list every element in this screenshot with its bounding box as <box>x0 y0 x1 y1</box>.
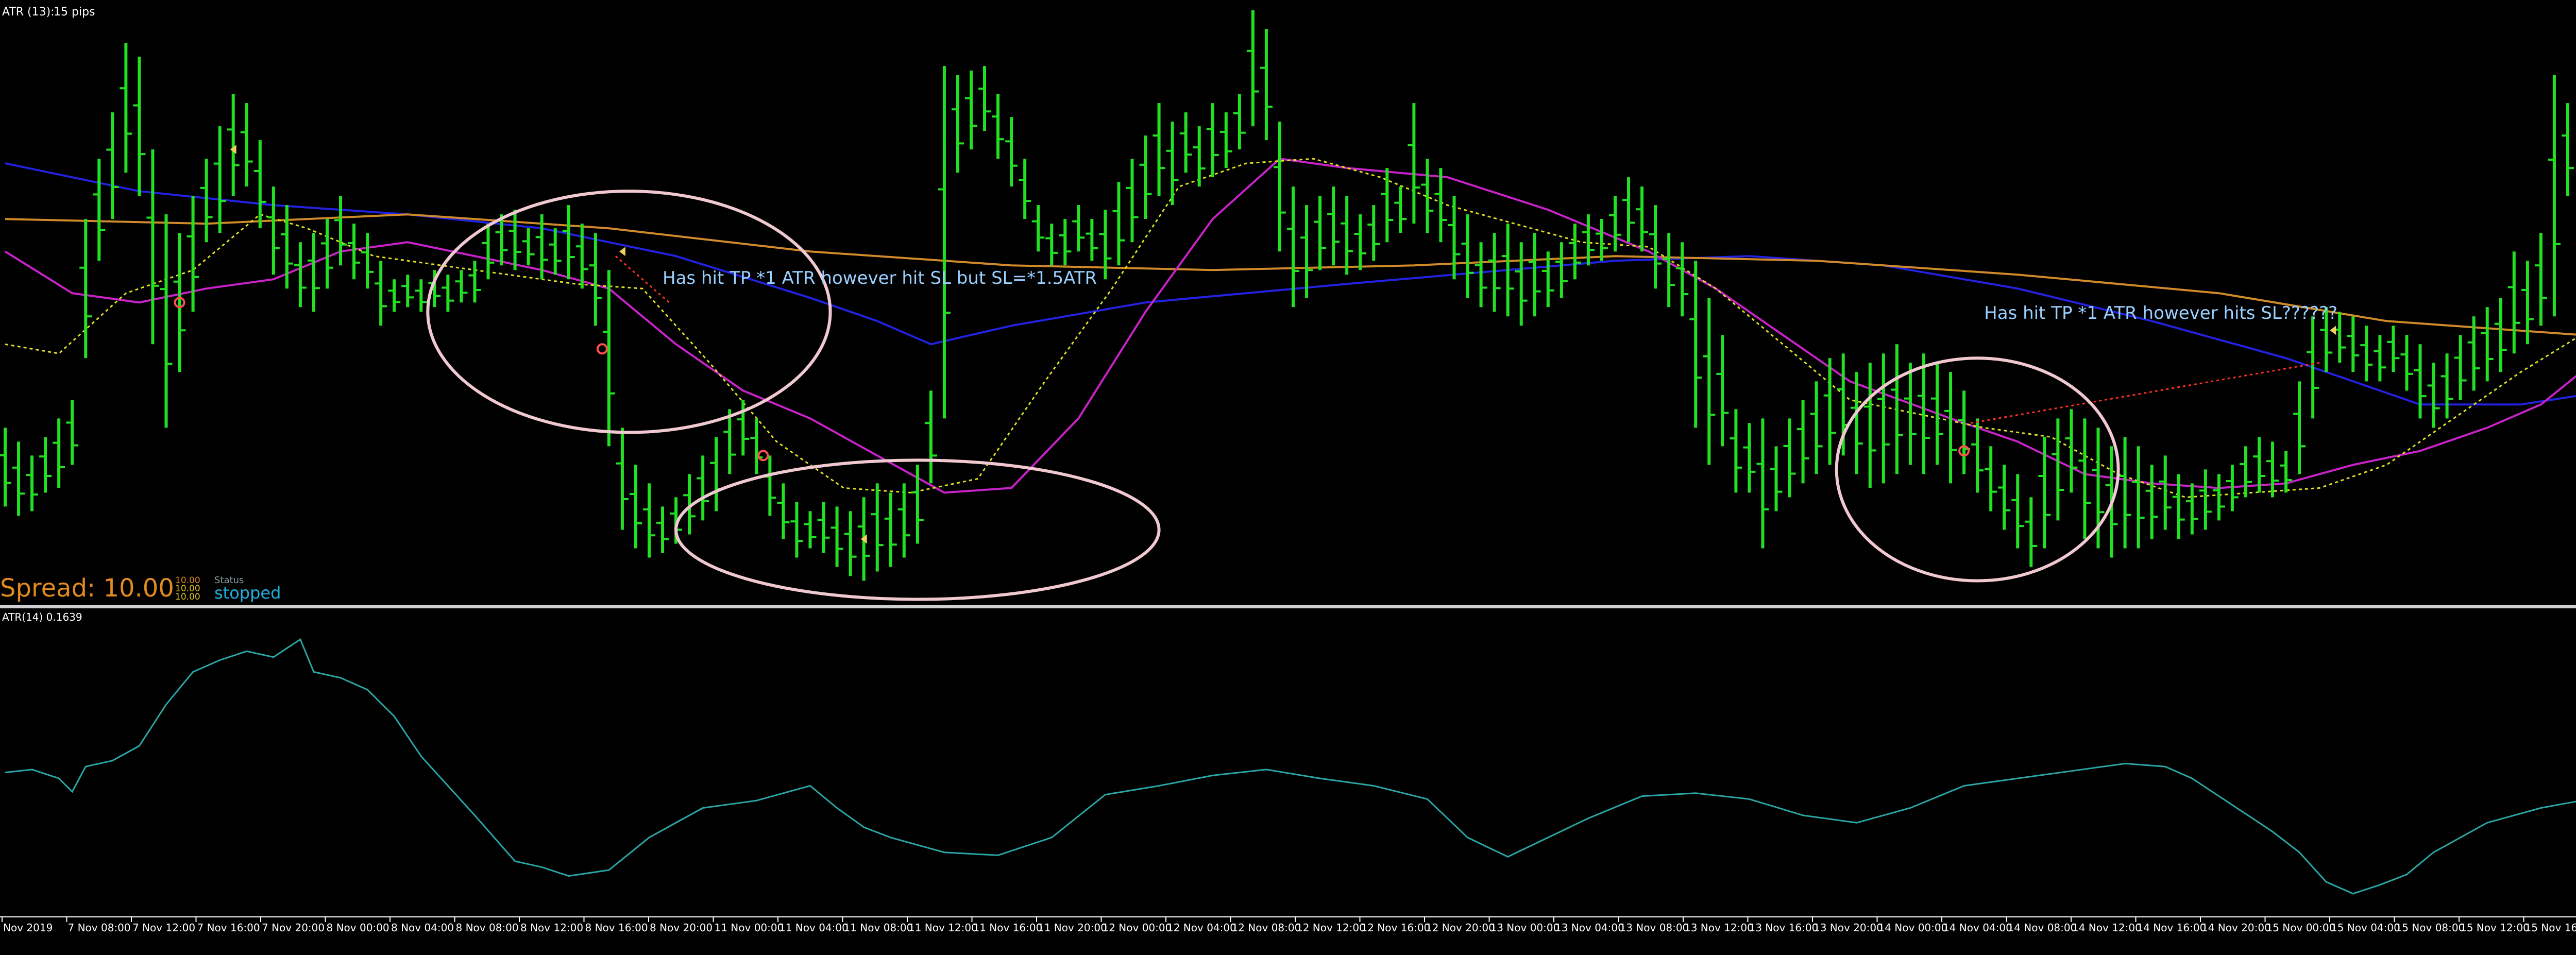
atr-panel-title: ATR(14) 0.1639 <box>2 611 82 623</box>
time-tick-label: 12 Nov 08:00 <box>1232 922 1301 934</box>
time-tick-label: 13 Nov 16:00 <box>1749 922 1819 934</box>
time-tick-label: 8 Nov 04:00 <box>391 922 454 934</box>
time-tick-label: 11 Nov 12:00 <box>908 922 978 934</box>
time-tick-label: 14 Nov 12:00 <box>2072 922 2142 934</box>
chart-background <box>0 0 2576 955</box>
time-tick-label: 7 Nov 08:00 <box>68 922 131 934</box>
time-tick-label: 14 Nov 20:00 <box>2201 922 2271 934</box>
time-tick-label: 8 Nov 16:00 <box>585 922 648 934</box>
time-tick-label: 15 Nov 08:00 <box>2396 922 2465 934</box>
time-tick-label: 7 Nov 20:00 <box>262 922 325 934</box>
time-tick-label: 14 Nov 00:00 <box>1878 922 1948 934</box>
time-tick-label: 12 Nov 20:00 <box>1426 922 1495 934</box>
time-tick-label: 8 Nov 12:00 <box>520 922 583 934</box>
spread-mini-3: 10.00 <box>175 592 200 602</box>
time-tick-label: 15 Nov 00:00 <box>2266 922 2336 934</box>
time-tick-label: 12 Nov 12:00 <box>1296 922 1366 934</box>
time-tick-label: 11 Nov 20:00 <box>1038 922 1107 934</box>
time-tick-label: 14 Nov 16:00 <box>2137 922 2207 934</box>
time-tick-label: 12 Nov 04:00 <box>1167 922 1236 934</box>
time-tick-label: 14 Nov 08:00 <box>2008 922 2077 934</box>
status-value: stopped <box>214 583 281 603</box>
time-tick-label: 11 Nov 16:00 <box>973 922 1043 934</box>
trading-chart[interactable]: Has hit TP *1 ATR however hit SL but SL=… <box>0 0 2576 955</box>
pips-label: 15 pips <box>54 6 95 19</box>
time-tick-label: 12 Nov 00:00 <box>1103 922 1172 934</box>
annotation-text-1: Has hit TP *1 ATR however hits SL?????? <box>1984 303 2337 323</box>
time-tick-label: 13 Nov 00:00 <box>1490 922 1560 934</box>
spread-text: Spread: 10.00 <box>0 574 174 603</box>
time-tick-label: Nov 2019 <box>3 922 53 934</box>
time-tick-label: 12 Nov 16:00 <box>1361 922 1431 934</box>
time-tick-label: 7 Nov 12:00 <box>132 922 195 934</box>
time-tick-label: 15 Nov 16 <box>2525 922 2576 934</box>
time-tick-label: 13 Nov 12:00 <box>1684 922 1754 934</box>
time-tick-label: 8 Nov 00:00 <box>327 922 389 934</box>
annotation-text-0: Has hit TP *1 ATR however hit SL but SL=… <box>663 268 1097 288</box>
time-tick-label: 15 Nov 04:00 <box>2331 922 2400 934</box>
time-tick-label: 14 Nov 04:00 <box>1943 922 2012 934</box>
time-tick-label: 7 Nov 16:00 <box>197 922 260 934</box>
time-tick-label: 13 Nov 08:00 <box>1620 922 1689 934</box>
time-tick-label: 8 Nov 20:00 <box>650 922 713 934</box>
time-tick-label: 11 Nov 08:00 <box>844 922 913 934</box>
time-tick-label: 13 Nov 20:00 <box>1814 922 1883 934</box>
time-tick-label: 15 Nov 12:00 <box>2460 922 2530 934</box>
indicator-label: ATR (13): <box>2 6 55 19</box>
time-tick-label: 8 Nov 08:00 <box>456 922 519 934</box>
time-tick-label: 11 Nov 00:00 <box>715 922 784 934</box>
time-tick-label: 11 Nov 04:00 <box>779 922 849 934</box>
time-tick-label: 13 Nov 04:00 <box>1555 922 1624 934</box>
